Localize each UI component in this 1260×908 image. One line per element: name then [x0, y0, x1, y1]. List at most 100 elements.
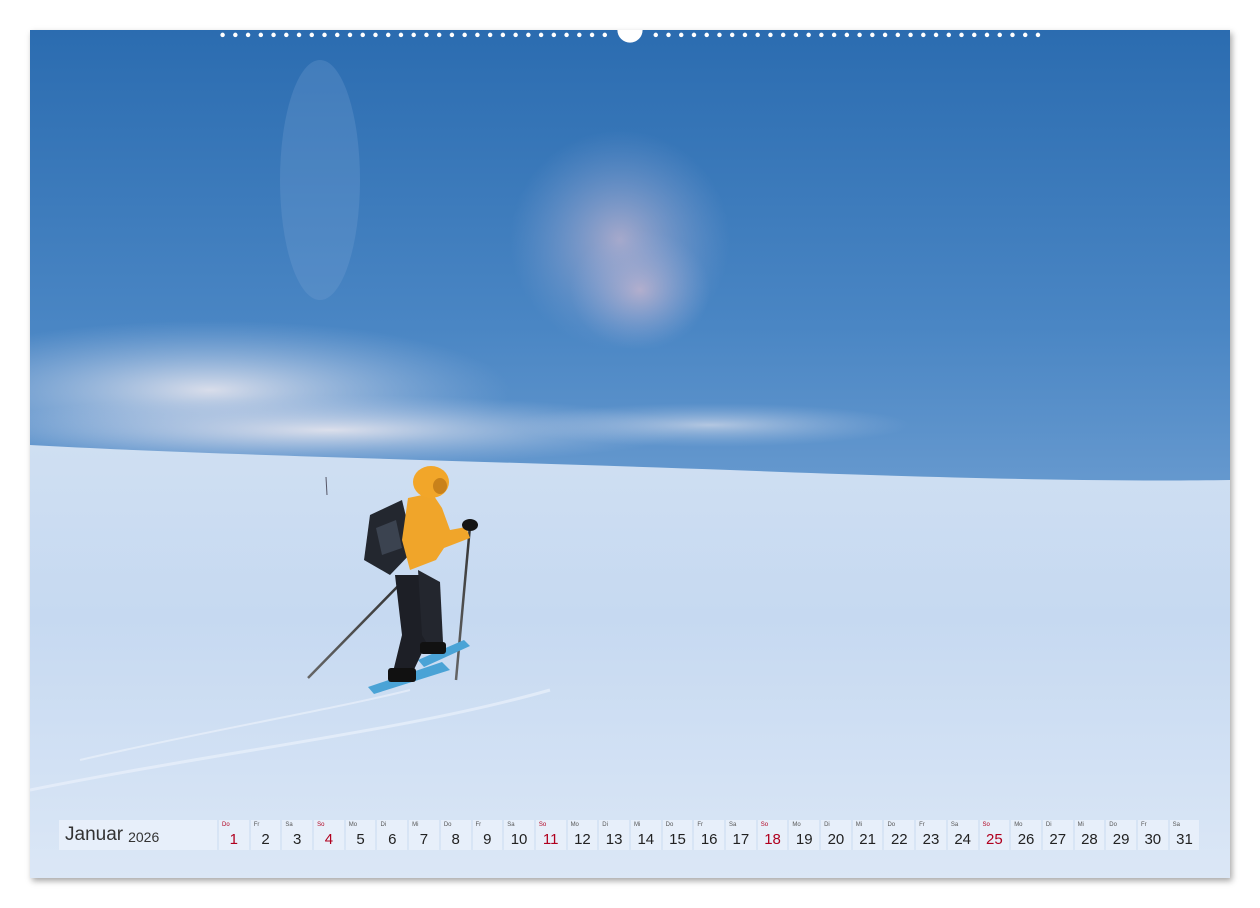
weekday-label: Mi: [412, 822, 419, 828]
binding-hole: [717, 32, 722, 38]
day-number: 24: [954, 831, 971, 848]
day-number: 8: [451, 831, 460, 848]
binding-hole: [385, 32, 391, 38]
weekday-label: Mi: [1077, 822, 1084, 828]
binding-hole: [908, 32, 913, 38]
month-name: Januar: [65, 824, 124, 845]
day-cell: So 18: [757, 820, 788, 850]
binding-hole: [373, 32, 378, 38]
day-number: 12: [574, 831, 591, 848]
day-number: 4: [324, 831, 334, 848]
binding-hole: [220, 32, 225, 38]
weekday-label: Do: [1109, 822, 1117, 828]
binding-hole: [755, 32, 760, 38]
weekday-label: So: [760, 822, 769, 828]
day-number: 7: [419, 831, 429, 848]
binding-hole: [1022, 32, 1028, 38]
day-cell: Mo 26: [1011, 820, 1041, 850]
day-cell: Mo 5: [345, 820, 376, 850]
weekday-label: Fr: [697, 822, 703, 828]
day-cell: Di 20: [821, 820, 851, 850]
day-number: 27: [1049, 831, 1067, 848]
day-cell: Di 13: [599, 820, 629, 850]
weekday-label: Mi: [855, 822, 863, 828]
binding-hole: [487, 32, 493, 38]
binding-hole: [704, 32, 709, 38]
binding-hole: [360, 32, 365, 38]
binding-hole: [500, 32, 506, 38]
weekday-label: Do: [222, 822, 230, 828]
weekday-label: Di: [824, 822, 830, 828]
binding-hole: [959, 32, 964, 38]
day-cell: Do 15: [662, 820, 693, 850]
binding-hole: [921, 32, 926, 38]
weekday-label: Mo: [792, 822, 801, 828]
day-cell: Do 1: [219, 820, 249, 850]
day-cell: Fr 2: [250, 820, 281, 850]
day-cell: Sa 31: [1169, 820, 1200, 850]
binding-hole: [831, 32, 837, 38]
day-cell: Fr 30: [1137, 820, 1168, 850]
calendar-strip: Januar 2026 Do 1 Fr 2 Sa 3 So 4 Mo 5 Di 6 Mi 7 Do 8 Fr 9 S…: [59, 820, 1203, 850]
day-cell: Do 8: [440, 820, 471, 850]
day-number: 5: [356, 831, 365, 848]
day-number: 29: [1112, 831, 1130, 848]
binding-hole: [347, 32, 353, 38]
day-number: 23: [922, 831, 940, 848]
binding-hole: [526, 32, 531, 38]
day-cell: So 25: [979, 820, 1010, 850]
weekday-label: Di: [1045, 822, 1052, 828]
weekday-label: Fr: [1140, 822, 1147, 828]
binding-hole: [309, 32, 315, 38]
binding-hole: [729, 32, 735, 38]
binding-hole: [946, 32, 952, 38]
weekday-label: Fr: [919, 822, 925, 828]
binding-hole: [551, 32, 557, 38]
binding-hole: [768, 32, 773, 38]
weekday-label: Di: [602, 822, 608, 828]
day-number: 21: [859, 831, 876, 848]
day-number: 15: [669, 831, 686, 848]
binding-hole: [691, 32, 697, 38]
binding-hole: [424, 32, 429, 38]
binding-hole: [653, 32, 658, 38]
binding-hole: [895, 32, 901, 38]
binding-hole: [284, 32, 289, 38]
day-cell: Mo 19: [789, 820, 820, 850]
binding-hole: [538, 32, 544, 38]
day-number: 25: [986, 831, 1003, 848]
binding-hole: [984, 32, 990, 38]
binding-hole: [449, 32, 455, 38]
day-cell: Mi 28: [1074, 820, 1105, 850]
day-number: 30: [1144, 831, 1162, 848]
binding-hole: [589, 32, 595, 38]
binding-hole: [564, 32, 569, 38]
day-cell: Mi 14: [630, 820, 661, 850]
binding-hole: [398, 32, 404, 38]
binding-hole: [1010, 32, 1015, 38]
binding-hole: [577, 32, 582, 38]
day-cell: Sa 24: [947, 820, 978, 850]
day-number: 1: [229, 831, 239, 848]
day-cell: Sa 17: [726, 820, 756, 850]
day-number: 14: [637, 831, 655, 848]
day-number: 28: [1081, 831, 1098, 848]
binding-hole: [271, 32, 276, 38]
binding-hole: [870, 32, 875, 38]
binding-hole: [296, 32, 302, 38]
weekday-label: Di: [380, 822, 387, 828]
weekday-label: Fr: [253, 822, 260, 828]
day-cell: Fr 16: [694, 820, 724, 850]
month-year: 2026: [128, 828, 160, 845]
weekday-label: Mo: [1014, 822, 1023, 828]
day-number: 9: [483, 831, 492, 848]
day-number: 11: [542, 831, 559, 848]
binding-hole: [972, 32, 977, 38]
binding-hole: [462, 32, 467, 38]
day-cell: Sa 10: [504, 820, 534, 850]
weekday-label: Do: [887, 822, 896, 828]
binding-hole: [819, 32, 824, 38]
day-number: 6: [388, 831, 397, 848]
weekday-label: Mo: [570, 822, 579, 828]
day-number: 22: [890, 831, 908, 848]
